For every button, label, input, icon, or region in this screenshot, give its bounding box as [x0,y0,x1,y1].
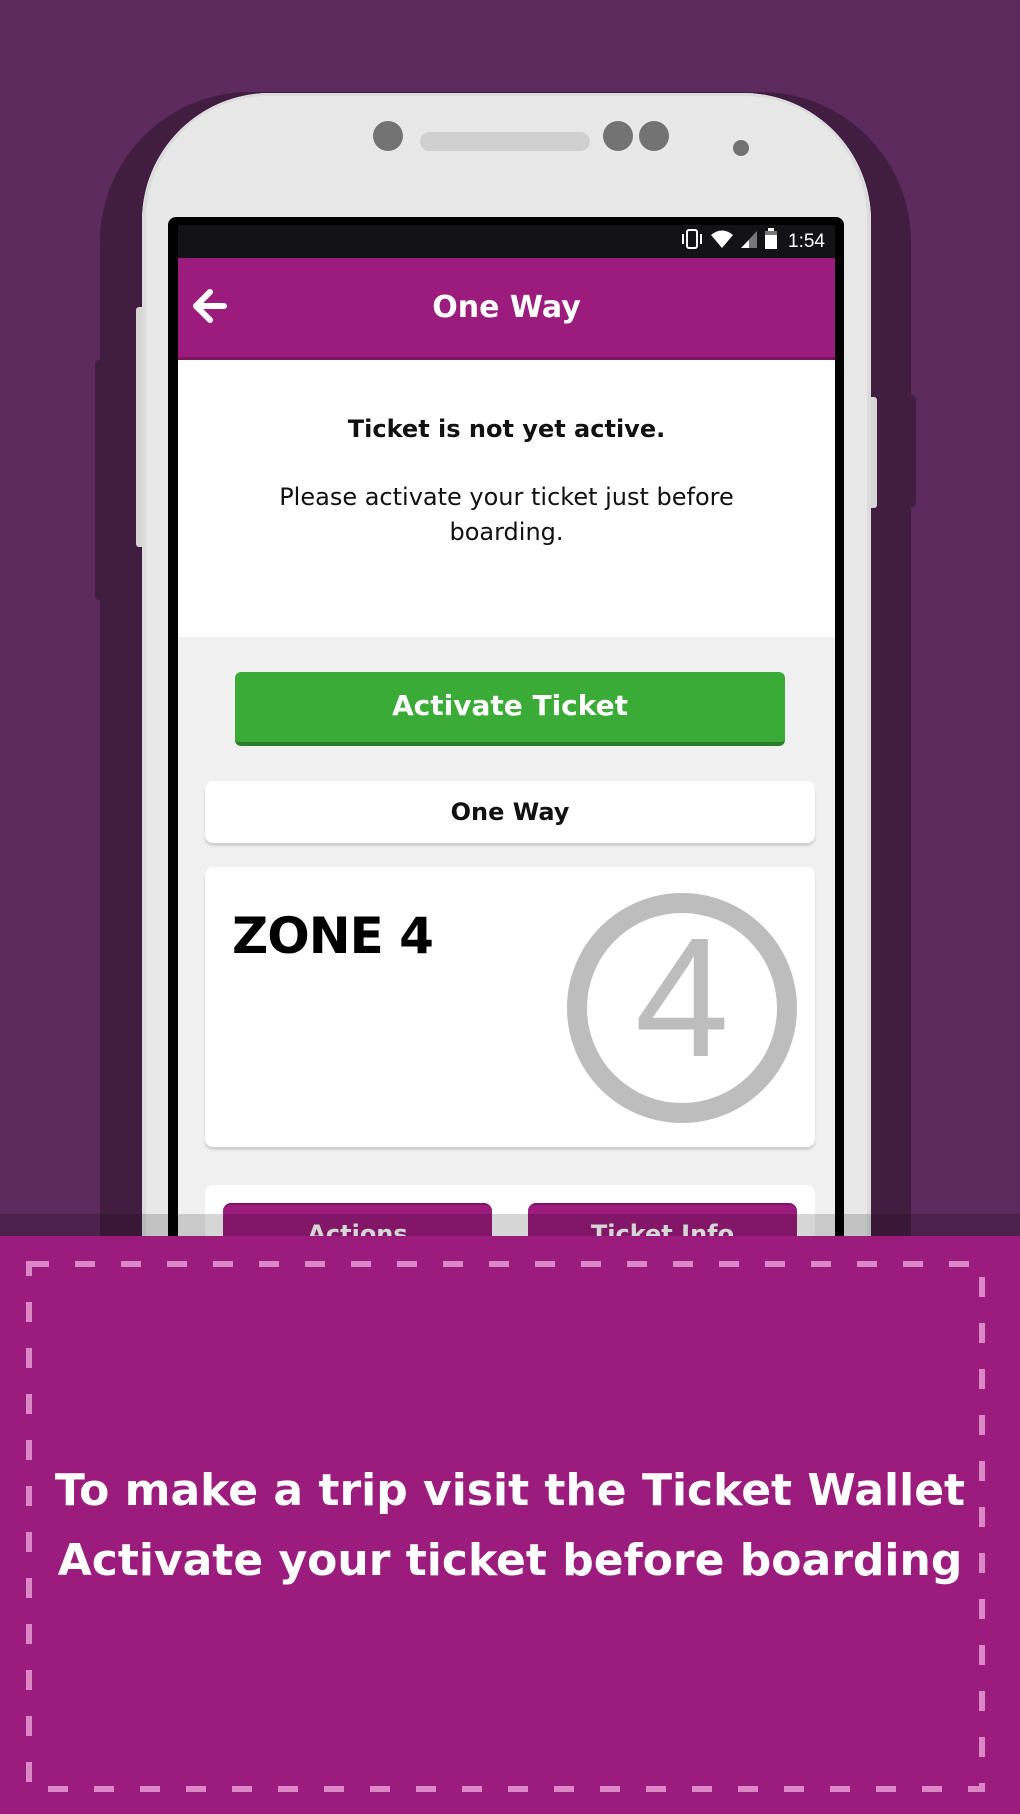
zone-number: 4 [635,903,730,1093]
activate-ticket-button[interactable]: Activate Ticket [235,672,785,746]
phone-camera-icon [639,121,669,151]
banner-text: To make a trip visit the Ticket Wallet A… [0,1456,1020,1596]
ticket-status-message: Please activate your ticket just before … [279,483,734,546]
phone-shadow-bump [95,360,115,600]
wifi-icon [710,229,734,254]
zone-card: ZONE 4 4 [205,867,815,1147]
battery-icon [764,228,778,255]
vibrate-icon [680,228,704,255]
zone-label: ZONE 4 [232,907,434,965]
ticket-status-title: Ticket is not yet active. [347,415,666,443]
phone-led-icon [733,140,749,156]
banner-line-2: Activate your ticket before boarding [57,1535,963,1586]
ticket-type-card: One Way [205,781,815,843]
promo-banner: To make a trip visit the Ticket Wallet A… [0,1236,1020,1814]
app-screen: 1:54 One Way Ticket is not yet active. P… [178,225,835,1325]
cell-signal-icon [740,229,758,254]
page-title: One Way [432,290,581,325]
banner-line-1: To make a trip visit the Ticket Wallet [54,1465,966,1516]
phone-camera-icon [603,121,633,151]
status-time: 1:54 [788,230,825,252]
activation-info-panel: Ticket is not yet active. Please activat… [178,360,835,637]
overlay-band [0,1214,1020,1236]
status-bar: 1:54 [178,225,835,258]
zone-number-badge-icon: 4 [567,893,797,1123]
phone-sensor-icon [373,121,403,151]
phone-speaker [420,132,590,151]
phone-shadow-bump [895,395,916,507]
app-bar: One Way [178,258,835,360]
